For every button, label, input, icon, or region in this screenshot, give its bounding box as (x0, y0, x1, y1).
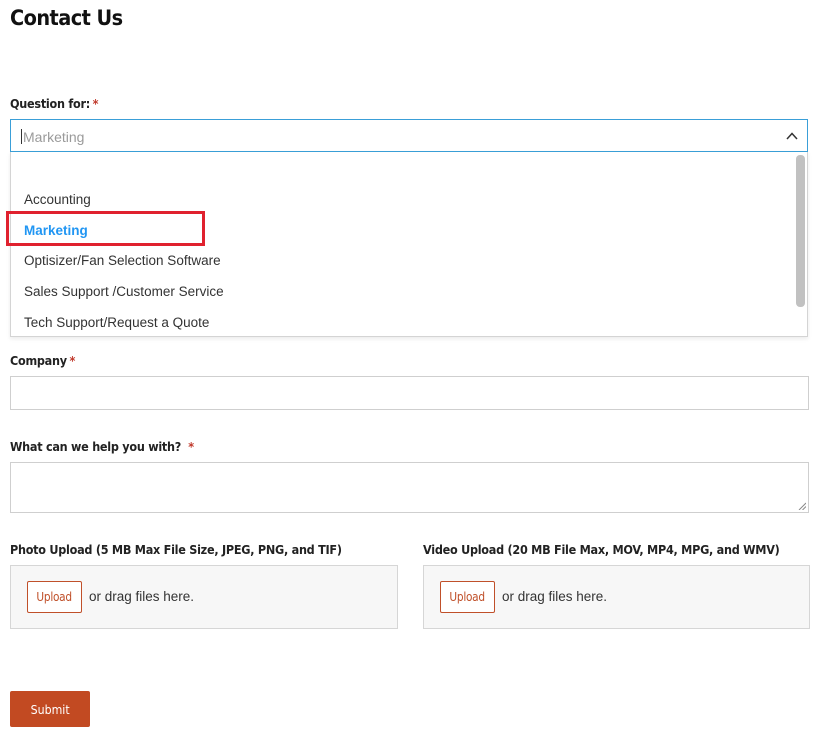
dropdown-scrollbar[interactable] (796, 155, 805, 307)
required-mark: * (92, 96, 99, 111)
video-upload-button[interactable]: Upload (440, 581, 495, 613)
required-mark: * (188, 439, 194, 454)
company-input[interactable] (10, 376, 809, 410)
company-label: Company * (10, 353, 75, 368)
company-label-text: Company (10, 353, 67, 368)
help-label: What can we help you with? * (10, 439, 194, 454)
submit-button-label: Submit (30, 701, 70, 717)
dropdown-scrollbar-thumb[interactable] (796, 155, 805, 307)
video-upload-label: Video Upload (20 MB File Max, MOV, MP4, … (423, 542, 780, 557)
required-mark: * (69, 353, 76, 368)
dropdown-option-marketing[interactable]: Marketing (24, 223, 88, 238)
photo-upload-label: Photo Upload (5 MB Max File Size, JPEG, … (10, 542, 342, 557)
help-label-text: What can we help you with? (10, 439, 182, 454)
question-select[interactable]: Marketing (10, 119, 808, 152)
photo-upload-button-label: Upload (36, 590, 73, 604)
video-upload-button-label: Upload (449, 590, 486, 604)
dropdown-option-tech-support[interactable]: Tech Support/Request a Quote (24, 315, 209, 330)
video-upload-dropzone[interactable]: Upload or drag files here. (423, 565, 810, 629)
submit-button[interactable]: Submit (10, 691, 90, 727)
question-dropdown-list: Accounting Marketing Optisizer/Fan Selec… (10, 152, 808, 337)
photo-upload-dropzone[interactable]: Upload or drag files here. (10, 565, 398, 629)
photo-upload-button[interactable]: Upload (27, 581, 82, 613)
dropdown-option-optisizer[interactable]: Optisizer/Fan Selection Software (24, 253, 221, 268)
help-textarea[interactable] (10, 462, 809, 513)
question-label: Question for: * (10, 96, 99, 111)
video-drag-text: or drag files here. (502, 589, 608, 604)
question-select-value: Marketing (23, 129, 85, 145)
question-label-text: Question for: (10, 96, 90, 111)
photo-drag-text: or drag files here. (89, 589, 195, 604)
dropdown-option-sales-support[interactable]: Sales Support /Customer Service (24, 284, 224, 299)
text-caret (21, 129, 22, 144)
resize-handle-icon[interactable] (798, 502, 806, 510)
chevron-up-icon[interactable] (785, 129, 799, 143)
page-title: Contact Us (10, 6, 123, 30)
dropdown-option-accounting[interactable]: Accounting (24, 192, 91, 207)
